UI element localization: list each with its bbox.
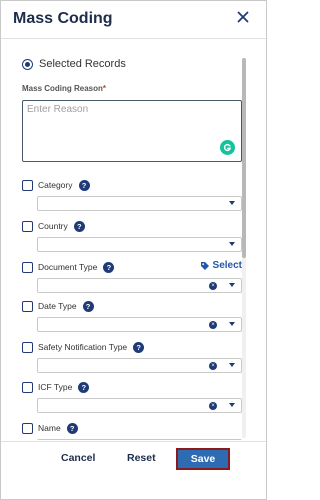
- help-icon[interactable]: ?: [73, 220, 85, 232]
- name-checkbox[interactable]: [22, 422, 33, 434]
- field-date-type: Date Type ? ×: [22, 299, 242, 332]
- field-name: Name ?: [22, 421, 242, 440]
- field-name-head: Name ?: [22, 421, 242, 435]
- field-country-head: Country ?: [22, 219, 242, 233]
- field-safety-notification-type: Safety Notification Type ? ×: [22, 340, 242, 373]
- help-icon[interactable]: ?: [133, 341, 145, 353]
- panel-title: Mass Coding: [13, 10, 113, 27]
- clear-icon[interactable]: ×: [209, 282, 217, 290]
- category-dropdown[interactable]: [37, 196, 242, 211]
- icf-type-label: ICF Type: [38, 382, 73, 392]
- chevron-down-icon[interactable]: [229, 403, 235, 407]
- field-category-head: Category ?: [22, 178, 242, 192]
- selected-records-radio[interactable]: [22, 58, 33, 70]
- country-label: Country: [38, 221, 68, 231]
- help-icon[interactable]: ?: [78, 179, 90, 191]
- help-icon[interactable]: ?: [82, 300, 94, 312]
- field-icf-type-head: ICF Type ?: [22, 380, 242, 394]
- field-date-type-head: Date Type ?: [22, 299, 242, 313]
- select-link-label: Select: [212, 260, 242, 271]
- date-type-dropdown[interactable]: ×: [37, 317, 242, 332]
- reset-button[interactable]: Reset: [127, 452, 156, 464]
- help-icon[interactable]: ?: [103, 261, 115, 273]
- document-type-dropdown[interactable]: ×: [37, 278, 242, 293]
- selected-records-option[interactable]: Selected Records: [22, 58, 126, 70]
- clear-icon[interactable]: ×: [209, 362, 217, 370]
- category-checkbox[interactable]: [22, 179, 33, 191]
- panel-body: Selected Records Mass Coding Reason* Cat…: [1, 40, 266, 440]
- reason-label-text: Mass Coding Reason: [22, 84, 103, 93]
- category-label: Category: [38, 180, 73, 190]
- reason-textarea[interactable]: [23, 101, 241, 161]
- field-document-type-head: Document Type ? Select: [22, 260, 242, 274]
- reason-textarea-wrapper: [22, 100, 242, 162]
- selected-records-label: Selected Records: [39, 58, 126, 70]
- icf-type-checkbox[interactable]: [22, 381, 33, 393]
- field-icf-type: ICF Type ? ×: [22, 380, 242, 413]
- safety-notification-type-dropdown[interactable]: ×: [37, 358, 242, 373]
- clear-icon[interactable]: ×: [209, 321, 217, 329]
- clear-icon[interactable]: ×: [209, 402, 217, 410]
- required-marker: *: [102, 84, 107, 93]
- name-input[interactable]: [37, 439, 242, 440]
- safety-notification-type-label: Safety Notification Type: [38, 342, 128, 352]
- document-type-label: Document Type: [38, 262, 98, 272]
- help-icon[interactable]: ?: [66, 422, 78, 434]
- safety-notification-type-checkbox[interactable]: [22, 341, 33, 353]
- tag-icon: [200, 261, 209, 270]
- field-country: Country ?: [22, 219, 242, 252]
- mass-coding-reason-label: Mass Coding Reason*: [22, 84, 106, 93]
- date-type-checkbox[interactable]: [22, 300, 33, 312]
- close-button[interactable]: [234, 8, 252, 26]
- document-type-checkbox[interactable]: [22, 261, 33, 273]
- chevron-down-icon[interactable]: [229, 201, 235, 205]
- chevron-down-icon[interactable]: [229, 322, 235, 326]
- mass-coding-panel: Mass Coding Selected Records Mass Coding…: [0, 0, 267, 500]
- name-label: Name: [38, 423, 61, 433]
- grammarly-icon[interactable]: [220, 140, 235, 155]
- field-category: Category ?: [22, 178, 242, 211]
- close-icon: [237, 11, 249, 23]
- scrollbar-thumb[interactable]: [242, 58, 246, 258]
- grammarly-glyph: [223, 143, 232, 152]
- chevron-down-icon[interactable]: [229, 283, 235, 287]
- radio-selected-dot: [25, 61, 30, 67]
- help-icon[interactable]: ?: [78, 381, 90, 393]
- save-button[interactable]: Save: [176, 448, 230, 470]
- panel-footer: Cancel Reset Save: [1, 441, 266, 499]
- chevron-down-icon[interactable]: [229, 242, 235, 246]
- field-safety-notification-type-head: Safety Notification Type ?: [22, 340, 242, 354]
- date-type-label: Date Type: [38, 301, 77, 311]
- country-dropdown[interactable]: [37, 237, 242, 252]
- field-document-type: Document Type ? Select ×: [22, 260, 242, 293]
- icf-type-dropdown[interactable]: ×: [37, 398, 242, 413]
- chevron-down-icon[interactable]: [229, 363, 235, 367]
- cancel-button[interactable]: Cancel: [61, 452, 95, 464]
- select-link[interactable]: Select: [200, 260, 242, 271]
- panel-header: Mass Coding: [1, 1, 266, 39]
- country-checkbox[interactable]: [22, 220, 33, 232]
